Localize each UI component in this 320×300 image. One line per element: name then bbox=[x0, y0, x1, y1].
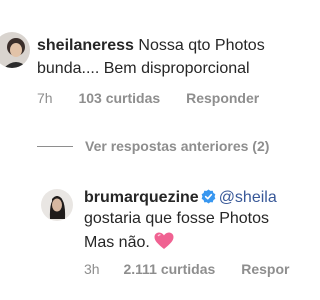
mention-link[interactable]: @sheila bbox=[219, 189, 277, 206]
comment-1-line-1: sheilaneress Nossa qto Photos bbox=[37, 38, 265, 54]
comment-2-meta: 3h 2.111 curtidas Respor bbox=[84, 262, 289, 276]
profile-photo-icon bbox=[0, 32, 30, 68]
view-previous-replies-button[interactable]: Ver respostas anteriores (2) bbox=[85, 139, 269, 153]
avatar-sheilaneress[interactable] bbox=[0, 32, 30, 68]
comment-1-line-2: bunda.... Bem disproporcional bbox=[37, 60, 250, 77]
comment-2-line-1: brumarquezine @sheila bbox=[84, 189, 277, 208]
comment-2-reply-button[interactable]: Respor bbox=[241, 261, 289, 277]
comments-panel: sheilaneress Nossa qto Photos bunda.... … bbox=[0, 0, 300, 300]
comment-2-likes[interactable]: 2.111 curtidas bbox=[123, 261, 215, 277]
comment-2-line-3: Mas não. bbox=[84, 232, 174, 254]
comment-2-time: 3h bbox=[84, 261, 100, 277]
profile-photo-icon bbox=[41, 189, 73, 221]
replies-divider bbox=[37, 146, 73, 147]
verified-badge-icon bbox=[201, 189, 216, 208]
comment-1-time: 7h bbox=[37, 90, 53, 106]
comment-2-text-end: Mas não. bbox=[84, 234, 150, 251]
comment-1-text: Nossa qto Photos bbox=[138, 37, 265, 54]
username-brumarquezine[interactable]: brumarquezine bbox=[84, 189, 199, 206]
avatar-brumarquezine[interactable] bbox=[41, 189, 73, 221]
pink-heart-emoji-icon bbox=[154, 232, 174, 254]
username-sheilaneress[interactable]: sheilaneress bbox=[37, 37, 134, 54]
comment-1-reply-button[interactable]: Responder bbox=[186, 90, 259, 106]
comment-2-line-2: gostaria que fosse Photos bbox=[84, 210, 270, 227]
comment-1-likes[interactable]: 103 curtidas bbox=[78, 90, 160, 106]
comment-1-meta: 7h 103 curtidas Responder bbox=[37, 91, 259, 105]
